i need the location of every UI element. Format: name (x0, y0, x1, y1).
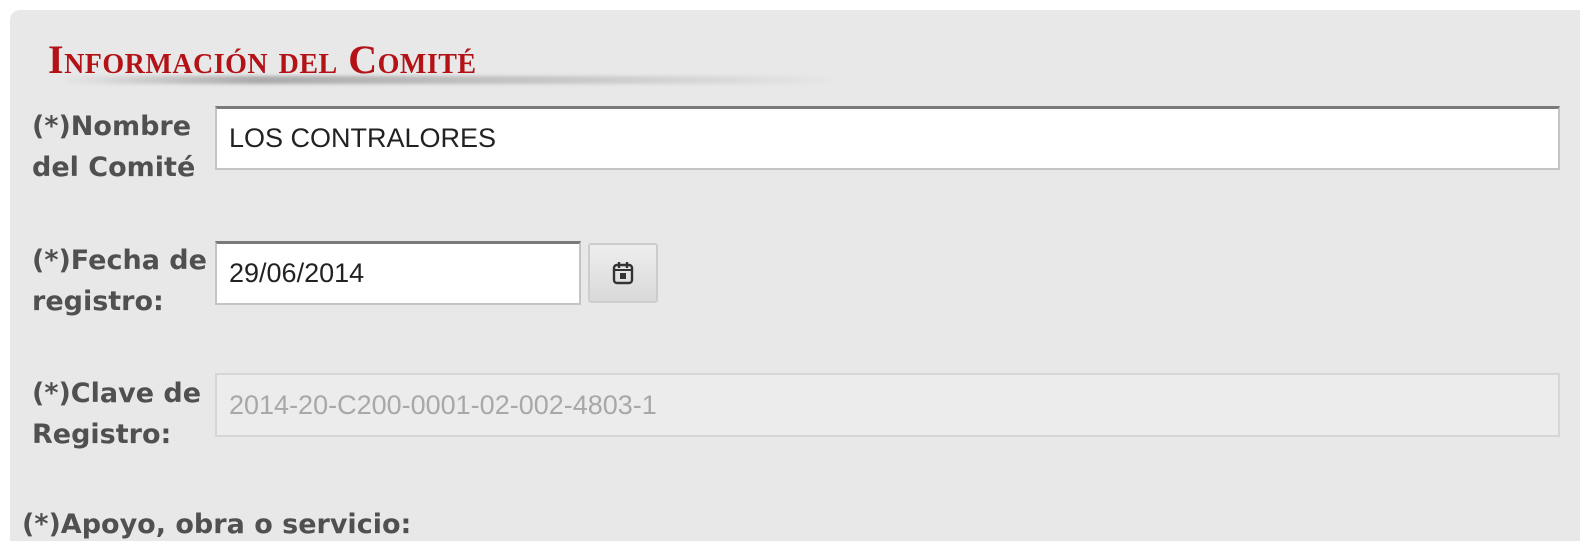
nombre-comite-input[interactable] (215, 106, 1560, 170)
section-title: Información del Comité (48, 37, 477, 82)
fecha-label: (*)Fecha de registro: (32, 245, 207, 317)
clave-registro-input (215, 373, 1560, 437)
clave-label: (*)Clave de Registro: (32, 378, 202, 450)
committee-info-panel: Información del Comité (*)Nombre del Com… (10, 10, 1580, 541)
title-underline (60, 76, 840, 84)
calendar-icon (612, 262, 634, 285)
date-picker-button[interactable] (588, 243, 658, 303)
fecha-registro-input[interactable] (215, 241, 581, 305)
apoyo-label: (*)Apoyo, obra o servicio: (22, 509, 412, 540)
nombre-label: (*)Nombre del Comité (32, 111, 196, 183)
